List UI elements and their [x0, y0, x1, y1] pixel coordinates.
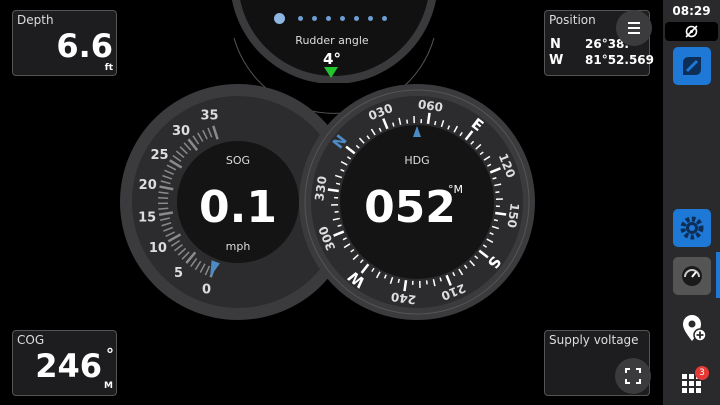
rudder-label: Rudder angle — [295, 34, 369, 47]
apps-button[interactable]: 3 — [675, 365, 709, 399]
settings-button[interactable] — [673, 209, 711, 247]
sog-tick-label: 20 — [139, 178, 157, 193]
sog-tick — [158, 207, 169, 210]
fullscreen-icon — [625, 368, 641, 384]
sog-value: 0.1 — [199, 182, 277, 233]
page-indicator[interactable] — [274, 13, 394, 25]
hamburger-icon — [628, 22, 640, 34]
sog-label: SOG — [226, 154, 250, 167]
cog-degree: ° — [106, 345, 114, 364]
fullscreen-button[interactable] — [615, 358, 651, 394]
chart-app-icon — [683, 57, 701, 75]
cog-tile[interactable]: COG 246 ° M — [12, 330, 117, 396]
page-dot[interactable] — [354, 16, 359, 21]
gear-icon — [680, 216, 704, 240]
hdg-unit: °M — [448, 183, 463, 196]
hdg-gauge: N030 060E120150S210240W300330 HDG 052 °M — [299, 84, 535, 320]
hdg-tick — [495, 211, 507, 216]
sog-tick-label: 30 — [172, 124, 190, 139]
longitude-hemisphere: W — [549, 53, 564, 68]
instruments-button[interactable] — [673, 257, 711, 295]
sog-tick-label: 5 — [174, 266, 183, 281]
hdg-tick — [434, 120, 437, 126]
sidebar-active-indicator — [716, 252, 720, 298]
supply-voltage-label: Supply voltage — [549, 333, 639, 347]
position-label: Position — [549, 13, 596, 27]
clock: 08:29 — [672, 4, 711, 18]
depth-unit: ft — [104, 63, 113, 73]
cog-reference: M — [104, 381, 113, 391]
gauge-icon — [682, 266, 702, 286]
sidebar: 08:29 3 — [663, 0, 720, 405]
rudder-value: 4° — [323, 50, 341, 68]
hdg-value: 052 — [364, 182, 456, 233]
page-dot[interactable] — [368, 16, 373, 21]
hdg-tick — [397, 278, 400, 284]
page-dot[interactable] — [382, 16, 387, 21]
sog-unit: mph — [226, 240, 251, 253]
hdg-tick — [493, 219, 499, 222]
depth-value: 6.6 — [56, 27, 113, 65]
longitude-value: 81°52.569 — [585, 53, 655, 67]
sog-tick-label: 10 — [149, 241, 167, 256]
depth-tile[interactable]: Depth 6.6 ft — [12, 10, 117, 76]
latitude-hemisphere: N — [550, 37, 561, 52]
page-dot[interactable] — [298, 16, 303, 21]
hdg-tick — [335, 182, 341, 185]
sog-tick-label: 35 — [201, 109, 219, 124]
no-gps-icon — [685, 25, 698, 38]
menu-button[interactable] — [616, 10, 652, 46]
add-waypoint-icon — [683, 315, 707, 342]
hdg-tick — [403, 280, 408, 292]
page-dot[interactable] — [340, 16, 345, 21]
sog-tick-label: 0 — [202, 282, 211, 297]
cog-value: 246 — [35, 347, 102, 385]
chart-app-button[interactable] — [673, 47, 711, 85]
depth-label: Depth — [17, 13, 54, 27]
hdg-tick — [327, 188, 339, 193]
page-dot[interactable] — [274, 13, 285, 24]
sog-tick-label: 15 — [138, 211, 156, 226]
sog-tick-label: 25 — [150, 148, 168, 163]
page-dot[interactable] — [312, 16, 317, 21]
page-dot[interactable] — [326, 16, 331, 21]
sog-tick — [158, 197, 169, 200]
apps-badge: 3 — [695, 366, 709, 380]
hdg-tick — [426, 112, 431, 124]
add-waypoint-button[interactable] — [675, 311, 709, 345]
hdg-label: HDG — [404, 154, 429, 167]
cog-label: COG — [17, 333, 45, 347]
gps-status — [665, 22, 718, 41]
